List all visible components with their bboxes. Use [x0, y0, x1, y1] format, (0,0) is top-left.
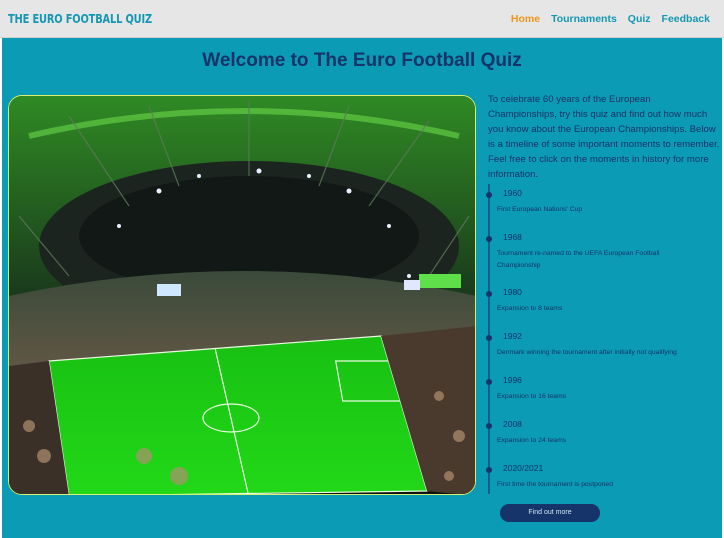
- timeline-desc: First time the tournament is postponed: [497, 481, 613, 488]
- timeline-dot: [485, 379, 492, 385]
- intro-text: To celebrate 60 years of the European Ch…: [488, 94, 720, 180]
- brand-logo[interactable]: THE EURO FOOTBALL QUIZ: [8, 12, 152, 26]
- find-out-more-button[interactable]: Find out more: [500, 504, 600, 522]
- timeline-dot: [485, 423, 492, 429]
- timeline-desc: First European Nations' Cup: [497, 206, 583, 213]
- timeline-year: 1960: [503, 188, 522, 198]
- timeline-dot: [485, 467, 492, 473]
- timeline-year: 1992: [503, 331, 522, 341]
- timeline-year: 1980: [503, 287, 522, 297]
- timeline-year: 2008: [503, 419, 522, 429]
- navbar: THE EURO FOOTBALL QUIZ Home Tournaments …: [0, 0, 724, 38]
- timeline-dot: [485, 192, 492, 198]
- timeline: 1960 First European Nations' Cup 1968 To…: [485, 174, 720, 494]
- timeline-dot: [485, 291, 492, 297]
- timeline-desc: Tournament re-named to the UEFA European…: [497, 250, 660, 269]
- timeline-year: 1996: [503, 375, 522, 385]
- page-edge-left: [0, 38, 2, 538]
- timeline-year: 1968: [503, 232, 522, 242]
- timeline-dot: [485, 335, 492, 341]
- page-frame: THE EURO FOOTBALL QUIZ Home Tournaments …: [0, 0, 724, 538]
- nav-quiz-link[interactable]: Quiz: [628, 13, 651, 25]
- stadium-hero-image: [8, 95, 476, 495]
- timeline-desc: Expansion to 8 teams: [497, 305, 563, 312]
- nav-feedback-link[interactable]: Feedback: [662, 13, 710, 25]
- timeline-desc: Denmark winning the tournament after ini…: [497, 349, 677, 356]
- timeline-year: 2020/2021: [503, 463, 544, 473]
- page-title: Welcome to The Euro Football Quiz: [202, 50, 522, 71]
- timeline-desc: Expansion to 16 teams: [497, 393, 567, 400]
- timeline-desc: Expansion to 24 teams: [497, 437, 567, 444]
- timeline-dot: [485, 236, 492, 242]
- nav-home-link[interactable]: Home: [511, 13, 540, 25]
- main-nav: Home Tournaments Quiz Feedback: [511, 13, 710, 25]
- nav-tournaments-link[interactable]: Tournaments: [551, 13, 617, 25]
- stadium-illustration: [9, 96, 475, 494]
